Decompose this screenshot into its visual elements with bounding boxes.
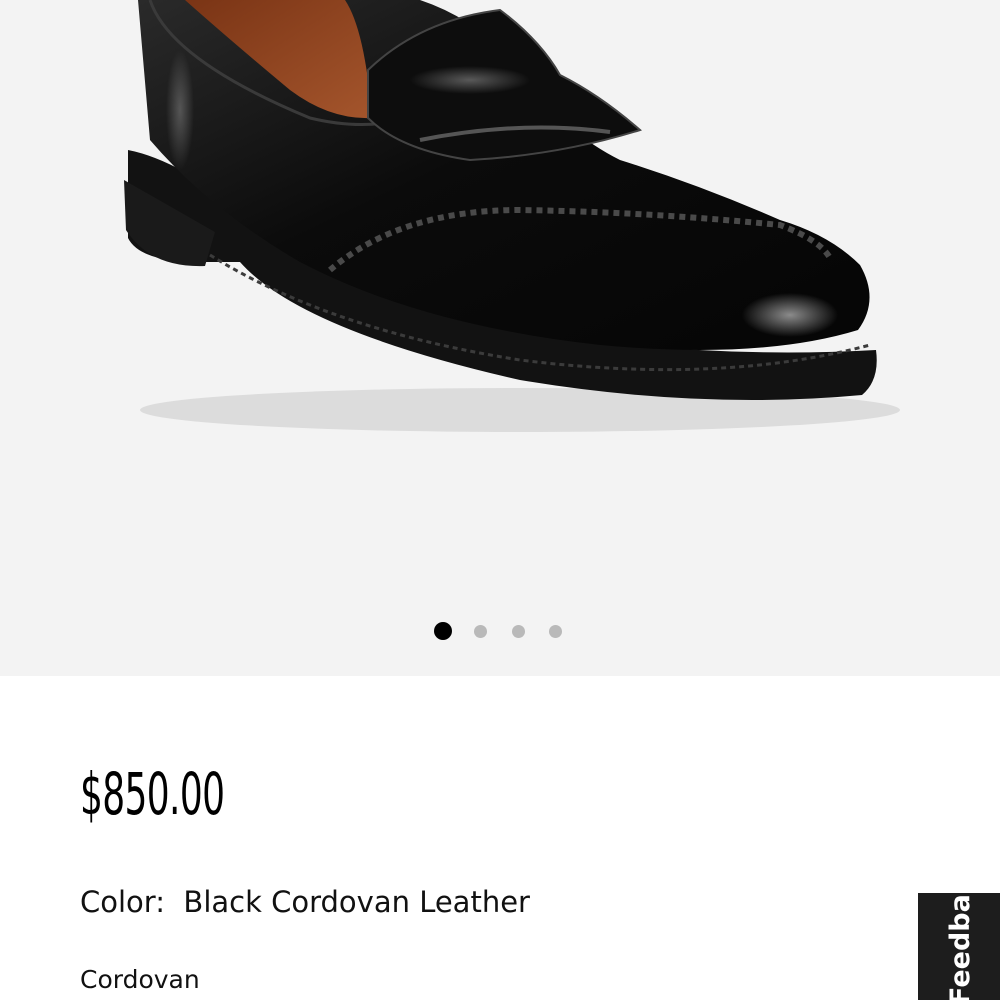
feedback-button[interactable]: Feedback xyxy=(918,893,1000,1000)
product-image-gallery[interactable] xyxy=(0,0,1000,676)
pager-dot-2[interactable] xyxy=(474,624,487,638)
product-price: $850.00 xyxy=(80,760,225,828)
feedback-label: Feedback xyxy=(945,893,976,1000)
pager-dot-1[interactable] xyxy=(434,622,452,640)
material-name: Cordovan xyxy=(80,965,200,994)
color-label: Color: xyxy=(80,885,165,919)
pager-dot-4[interactable] xyxy=(549,624,562,638)
color-selection: Color: Black Cordovan Leather xyxy=(80,882,530,922)
pager-dot-3[interactable] xyxy=(511,624,525,638)
product-image[interactable] xyxy=(0,0,1000,676)
color-value: Black Cordovan Leather xyxy=(183,885,530,919)
image-pager xyxy=(434,622,587,640)
